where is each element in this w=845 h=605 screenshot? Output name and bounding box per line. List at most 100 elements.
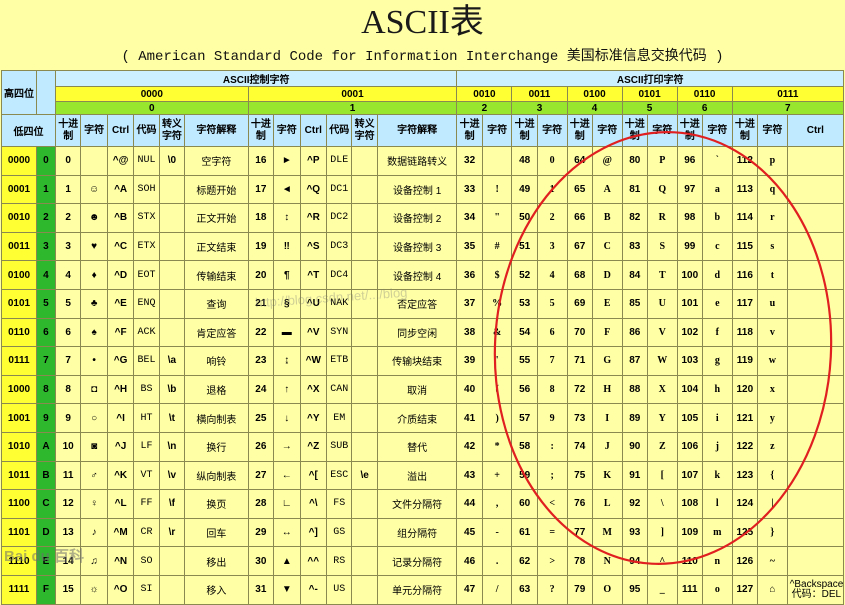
ctrl-glyph-cell: ♦: [80, 260, 108, 290]
ctrl-code-cell: SI: [133, 574, 160, 605]
ctrl-dec-cell: 2: [54, 203, 82, 233]
print-char-cell: d: [702, 260, 733, 290]
table-row: 1010 A 10 ◙ ^J LF \n 换行 26 → ^Z SUB 替代 42 * 58:74 J 90 Z 10…: [1, 431, 845, 462]
print-char-cell: .: [481, 546, 513, 576]
table-row: 0010 2 2 ☻ ^B STX 正文开始 18 ↕ ^R DC2 设备控制 2 34 " 50 2 66 B 8…: [1, 203, 845, 233]
ctrl-desc-cell: 退格: [184, 374, 249, 405]
print-dec-cell: 59: [511, 460, 538, 491]
col-header-char: 字符: [536, 114, 568, 147]
ctrl-key-cell: ^X: [299, 374, 328, 405]
ctrl-key-cell: ^G: [106, 346, 135, 376]
print-char-cell: ": [481, 203, 513, 233]
ctrl-key-cell: ^L: [106, 489, 135, 519]
low-hex-cell: 1: [35, 174, 56, 205]
print-dec-cell: 96: [676, 146, 704, 176]
print-dec-cell: 113: [731, 174, 759, 205]
ctrl-glyph-cell: [80, 146, 108, 176]
print-char-cell: 4: [536, 260, 568, 290]
col-header-desc: 字符解释: [184, 114, 249, 147]
print-dec-cell: 94: [621, 546, 648, 576]
ctrl-glyph-cell: ♣: [80, 288, 108, 319]
print-char-cell: q: [757, 174, 788, 205]
col-header-dec: 十进制: [456, 114, 483, 147]
low-bits-cell: 1000: [1, 374, 37, 405]
high-hex-4: 4: [566, 101, 623, 115]
ctrl-escape-cell: \n: [158, 431, 186, 462]
ctrl-escape-cell: \e: [351, 460, 378, 491]
ctrl-escape-cell: [351, 574, 378, 605]
ctrl-empty-cell: [786, 231, 845, 262]
print-char-cell: Y: [646, 403, 678, 433]
print-char-cell: K: [591, 460, 623, 491]
print-char-cell: J: [591, 431, 623, 462]
table-row: 0111 7 7 • ^G BEL \a 响铃 23 ↨ ^W ETB 传输块结束 39 ' 55 7 71 G 87…: [1, 346, 845, 376]
print-dec-cell: 67: [566, 231, 593, 262]
print-char-cell: <: [536, 489, 568, 519]
print-char-cell: #: [481, 231, 513, 262]
ctrl-key-cell: ^R: [299, 203, 328, 233]
ctrl-desc-cell: 组分隔符: [376, 517, 458, 548]
ctrl-empty-cell: [786, 403, 845, 433]
print-dec-cell: 33: [456, 174, 483, 205]
ctrl-desc-cell: 横向制表: [184, 403, 249, 433]
ctrl-dec-cell: 5: [54, 288, 82, 319]
print-dec-cell: 117: [731, 288, 759, 319]
col-header-ctrl: Ctrl: [106, 114, 135, 147]
corner-spacer: [35, 70, 56, 115]
col-header-dec: 十进制: [511, 114, 538, 147]
high-hex-6: 6: [676, 101, 733, 115]
low-hex-cell: A: [35, 431, 56, 462]
print-dec-cell: 103: [676, 346, 704, 376]
ctrl-dec-cell: 6: [54, 317, 82, 348]
ctrl-code-cell: CAN: [325, 374, 353, 405]
table-row: 0011 3 3 ♥ ^C ETX 正文结束 19 ‼ ^S DC3 设备控制 3 35 #51 3 67 C 8…: [1, 231, 845, 262]
print-char-cell: *: [481, 431, 513, 462]
ctrl-escape-cell: \t: [158, 403, 186, 433]
print-char-cell: v: [757, 317, 788, 348]
ctrl-key-cell: ^O: [106, 574, 135, 605]
ctrl-code-cell: DLE: [325, 146, 353, 176]
high-bits-0101: 0101: [621, 86, 678, 102]
print-dec-cell: 105: [676, 403, 704, 433]
ctrl-code-cell: DC2: [325, 203, 353, 233]
print-dec-cell: 72: [566, 374, 593, 405]
ctrl-glyph-cell: ♥: [80, 231, 108, 262]
ctrl-dec-cell: 13: [54, 517, 82, 548]
print-char-cell: O: [591, 574, 623, 605]
low-hex-cell: 5: [35, 288, 56, 319]
ctrl-dec-cell: 0: [54, 146, 82, 176]
print-char-cell: [: [646, 460, 678, 491]
print-char-cell: V: [646, 317, 678, 348]
print-char-cell: |: [757, 489, 788, 519]
low-bits-cell: 1101: [1, 517, 37, 548]
ctrl-dec-cell: 3: [54, 231, 82, 262]
ctrl-dec-cell: 28: [247, 489, 275, 519]
page-title: ASCII表: [361, 4, 484, 41]
ctrl-escape-cell: [158, 174, 186, 205]
ctrl-dec-cell: 7: [54, 346, 82, 376]
print-char-cell: u: [757, 288, 788, 319]
print-char-cell: P: [646, 146, 678, 176]
print-char-cell: s: [757, 231, 788, 262]
ctrl-escape-cell: \a: [158, 346, 186, 376]
ctrl-glyph-cell: ↕: [273, 203, 301, 233]
print-dec-cell: 65: [566, 174, 593, 205]
print-char-cell: A: [591, 174, 623, 205]
print-char-cell: j: [702, 431, 733, 462]
col-header-char: 字符: [646, 114, 678, 147]
print-dec-cell: 99: [676, 231, 704, 262]
print-dec-cell: 42: [456, 431, 483, 462]
print-char-cell: 7: [536, 346, 568, 376]
print-char-cell: h: [702, 374, 733, 405]
low-bits-cell: 0111: [1, 346, 37, 376]
print-char-cell: $: [481, 260, 513, 290]
ctrl-desc-cell: 换行: [184, 431, 249, 462]
ctrl-glyph-cell: ↨: [273, 346, 301, 376]
print-dec-cell: 123: [731, 460, 759, 491]
ctrl-escape-cell: [351, 374, 378, 405]
del-note-cell: ^Backspace 代码：DEL: [786, 574, 845, 605]
print-dec-cell: 87: [621, 346, 648, 376]
print-char-cell: o: [702, 574, 733, 605]
print-char-cell: ': [481, 346, 513, 376]
low-bits-cell: 0000: [1, 146, 37, 176]
